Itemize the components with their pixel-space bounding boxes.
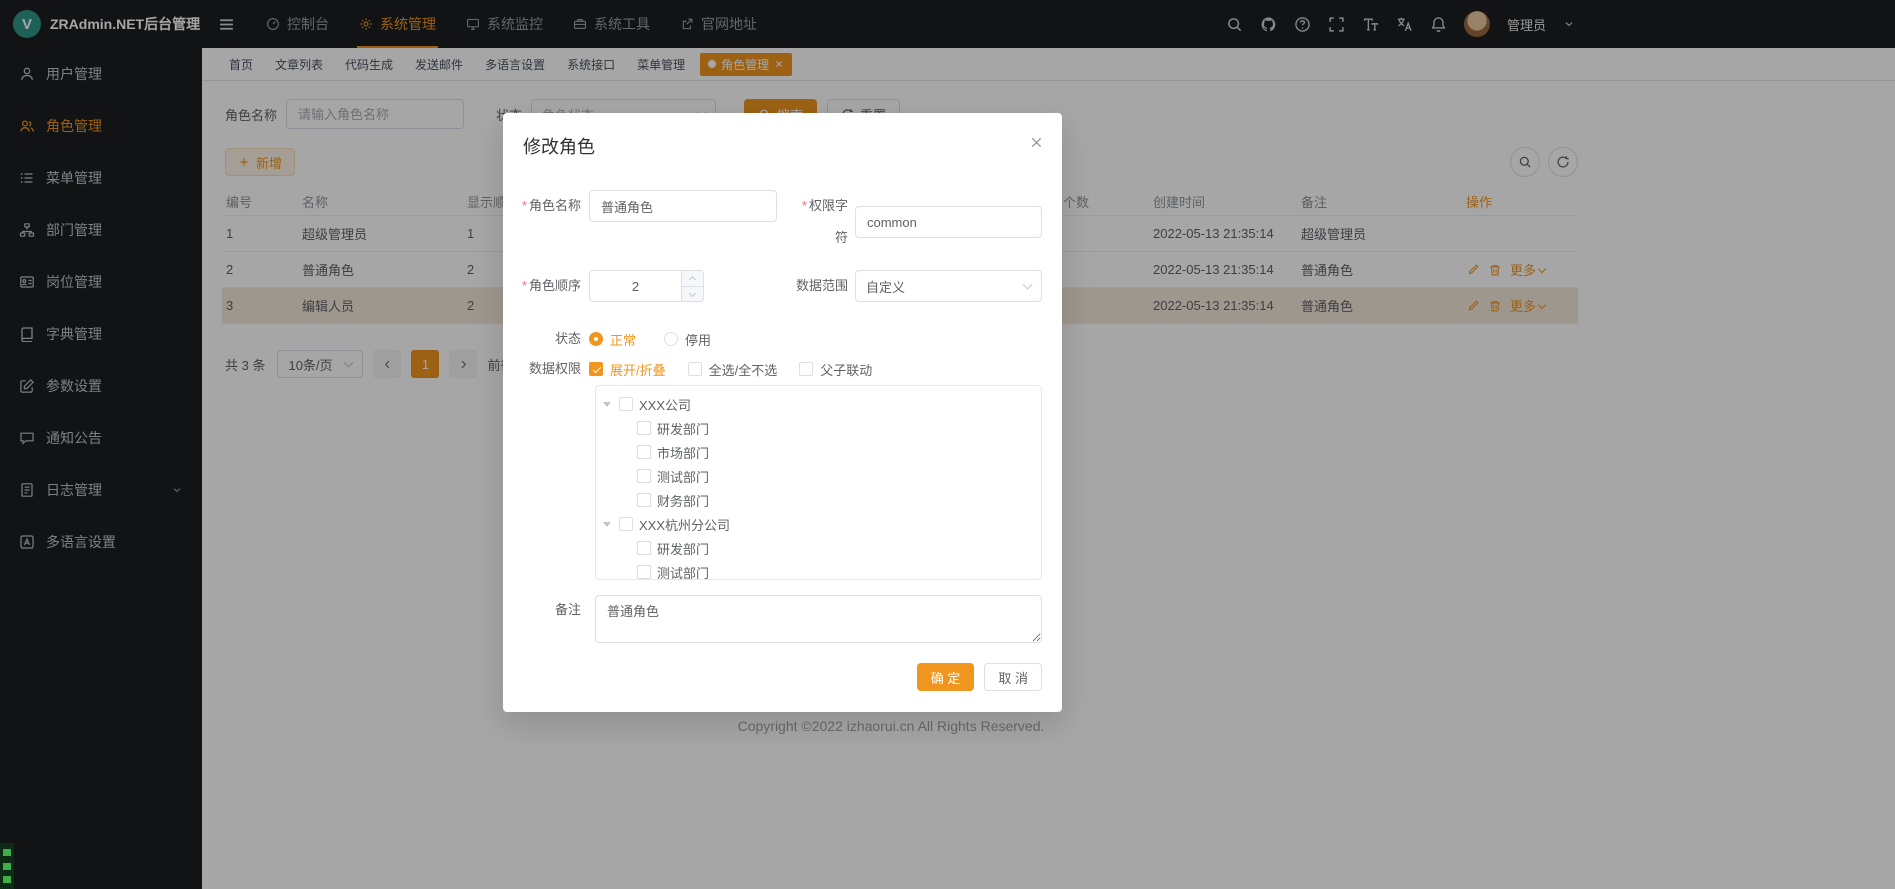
remark-textarea[interactable]: 普通角色 xyxy=(595,595,1042,643)
radio-dot xyxy=(589,332,603,346)
data-scope-field: 数据范围 自定义 xyxy=(791,270,1042,302)
label-text: 权限字符 xyxy=(809,198,848,245)
role-order-value[interactable]: 2 xyxy=(590,279,681,294)
role-name-field: *角色名称 xyxy=(503,190,777,222)
label-text: 数据范围 xyxy=(796,278,848,293)
checkbox-box xyxy=(799,362,813,376)
checkbox-box[interactable] xyxy=(637,565,651,579)
perm-char-label: *权限字符 xyxy=(791,190,855,254)
label-text: 备注 xyxy=(555,602,581,617)
role-order-stepper: 2 xyxy=(589,270,704,302)
role-order-field: *角色顺序 2 xyxy=(503,270,777,302)
label-text: 状态 xyxy=(555,331,581,346)
edit-role-form: *角色名称 *权限字符 *角色顺序 2 xyxy=(503,190,1062,659)
role-order-label: *角色顺序 xyxy=(503,270,589,302)
data-permission-label: 数据权限 xyxy=(503,359,589,379)
checkbox-parent-child-link[interactable]: 父子联动 xyxy=(799,359,872,379)
perm-char-field: *权限字符 xyxy=(791,190,1042,254)
tree-node-label: XXX杭州分公司 xyxy=(639,515,730,534)
tree-node[interactable]: XXX杭州分公司 xyxy=(596,512,1041,536)
checkbox-label: 全选/全不选 xyxy=(709,360,778,379)
label-text: 角色名称 xyxy=(529,198,581,213)
tree-node-label: 研发部门 xyxy=(657,539,709,558)
checkbox-box[interactable] xyxy=(637,421,651,435)
decrement-button[interactable] xyxy=(682,287,703,302)
checkbox-box[interactable] xyxy=(619,397,633,411)
status-label: 状态 xyxy=(503,329,589,349)
role-name-input[interactable] xyxy=(589,190,777,222)
checkbox-select-all[interactable]: 全选/全不选 xyxy=(688,359,778,379)
data-scope-value: 自定义 xyxy=(866,277,905,296)
radio-status-normal[interactable]: 正常 xyxy=(589,329,636,349)
label-text: 数据权限 xyxy=(529,361,581,376)
radio-status-disabled[interactable]: 停用 xyxy=(664,329,711,349)
tree-node-label: 财务部门 xyxy=(657,491,709,510)
checkbox-box[interactable] xyxy=(619,517,633,531)
role-name-label: *角色名称 xyxy=(503,190,589,222)
tree-node[interactable]: 测试部门 xyxy=(596,464,1041,488)
stepper-controls xyxy=(681,271,703,301)
status-field: 状态 正常 停用 xyxy=(503,329,1062,349)
dialog-footer: 确 定 取 消 xyxy=(917,663,1042,691)
required-mark: * xyxy=(802,198,807,213)
data-permission-field: 数据权限 展开/折叠 全选/全不选 父子联动 xyxy=(503,359,1062,379)
permission-tree: XXX公司 研发部门 市场部门 测试部门 财务部门 XXX杭州分公司 xyxy=(595,385,1042,580)
label-text: 角色顺序 xyxy=(529,278,581,293)
chevron-down-icon xyxy=(1023,280,1033,290)
checkbox-box[interactable] xyxy=(637,469,651,483)
confirm-button[interactable]: 确 定 xyxy=(917,663,975,691)
tree-node-label: 测试部门 xyxy=(657,563,709,581)
tree-node[interactable]: 市场部门 xyxy=(596,440,1041,464)
tree-node[interactable]: 研发部门 xyxy=(596,536,1041,560)
checkbox-box xyxy=(688,362,702,376)
remark-field: 备注 普通角色 xyxy=(503,595,1062,643)
radio-dot xyxy=(664,332,678,346)
tree-node-label: 市场部门 xyxy=(657,443,709,462)
edit-role-dialog: 修改角色 *角色名称 *权限字符 *角色顺序 2 xyxy=(503,113,1062,712)
cancel-button[interactable]: 取 消 xyxy=(984,663,1042,691)
remark-label: 备注 xyxy=(503,595,589,625)
checkbox-expand-collapse[interactable]: 展开/折叠 xyxy=(589,359,666,379)
checkbox-label: 展开/折叠 xyxy=(610,360,666,379)
required-mark: * xyxy=(522,198,527,213)
perm-char-input[interactable] xyxy=(855,206,1042,238)
chevron-down-icon xyxy=(689,290,696,297)
increment-button[interactable] xyxy=(682,271,703,287)
caret-down-icon[interactable] xyxy=(603,522,611,527)
checkbox-box[interactable] xyxy=(637,493,651,507)
checkbox-box[interactable] xyxy=(637,541,651,555)
checkbox-box[interactable] xyxy=(637,445,651,459)
tree-node[interactable]: XXX公司 xyxy=(596,392,1041,416)
close-icon[interactable] xyxy=(1029,135,1044,150)
corner-widget[interactable] xyxy=(0,843,14,889)
required-mark: * xyxy=(522,278,527,293)
chevron-up-icon xyxy=(689,276,696,283)
radio-label: 正常 xyxy=(610,330,636,349)
tree-node-label: 研发部门 xyxy=(657,419,709,438)
data-scope-select[interactable]: 自定义 xyxy=(855,270,1042,302)
checkbox-label: 父子联动 xyxy=(820,360,872,379)
tree-node[interactable]: 财务部门 xyxy=(596,488,1041,512)
radio-label: 停用 xyxy=(685,330,711,349)
data-scope-label: 数据范围 xyxy=(791,270,855,302)
caret-down-icon[interactable] xyxy=(603,402,611,407)
checkbox-box xyxy=(589,362,603,376)
tree-node[interactable]: 测试部门 xyxy=(596,560,1041,580)
tree-node[interactable]: 研发部门 xyxy=(596,416,1041,440)
tree-node-label: 测试部门 xyxy=(657,467,709,486)
tree-node-label: XXX公司 xyxy=(639,395,691,414)
dialog-title: 修改角色 xyxy=(523,133,595,159)
